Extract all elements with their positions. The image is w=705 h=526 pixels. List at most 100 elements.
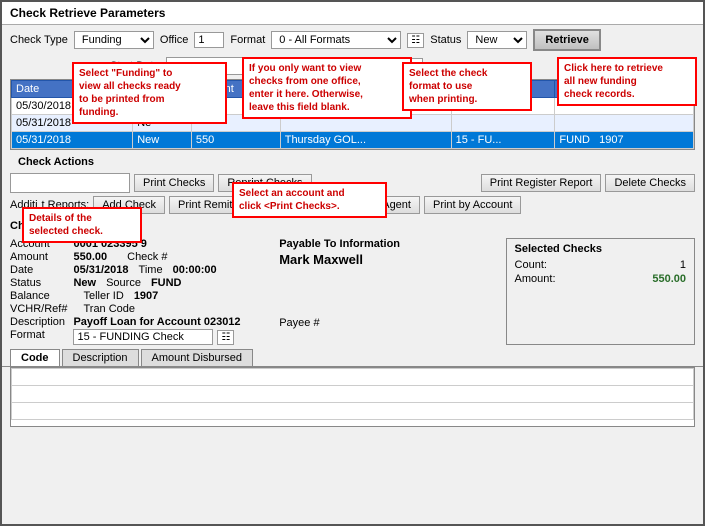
balance-label: Balance xyxy=(10,290,67,302)
payable-to-title: Payable To Information xyxy=(279,238,493,250)
bottom-cell xyxy=(12,369,694,386)
tran-code-label: Tran Code xyxy=(83,303,135,315)
format-grid-icon2[interactable]: ☷ xyxy=(217,330,234,345)
print-checks-button[interactable]: Print Checks xyxy=(134,174,214,192)
cell-date: 05/31/2018 xyxy=(12,115,133,132)
print-by-account-button[interactable]: Print by Account xyxy=(424,196,522,214)
format-row: ☷ xyxy=(73,329,267,345)
check-action-input[interactable] xyxy=(10,173,130,193)
check-detail-section: Account 0001 023395 9 Amount 550.00 Chec… xyxy=(2,234,703,349)
add-check-button[interactable]: Add Check xyxy=(93,196,165,214)
payee-no-label: Payee # xyxy=(279,317,319,329)
bottom-cell xyxy=(12,403,694,420)
start-date-select[interactable] xyxy=(166,57,256,75)
cell-accounts xyxy=(555,115,694,132)
window-title: Check Retrieve Parameters xyxy=(10,6,165,20)
format-label: Format xyxy=(10,329,67,345)
vchr-ref-label: VCHR/Ref# xyxy=(10,303,67,315)
print-register-button[interactable]: Print Register Report xyxy=(481,174,602,192)
description-value: Payoff Loan for Account 023012 xyxy=(73,316,267,328)
table-row[interactable]: 05/31/2018 Ne xyxy=(12,115,694,132)
detail-left: Account 0001 023395 9 Amount 550.00 Chec… xyxy=(10,238,267,345)
status-label: Status xyxy=(430,34,461,46)
cell-accounts: FUND 1907 xyxy=(555,132,694,149)
start-date-label: Start Date xyxy=(110,60,160,72)
void-button[interactable]: Void xyxy=(272,196,311,214)
tab-amount-disbursed[interactable]: Amount Disbursed xyxy=(141,349,254,366)
cell-teller: 15 - FU... xyxy=(451,132,555,149)
vchr-row: Tran Code xyxy=(73,303,267,315)
teller-id-value: 1907 xyxy=(134,290,158,302)
format-select[interactable]: 0 - All Formats xyxy=(271,31,401,49)
cell-accounts xyxy=(555,98,694,115)
office-input[interactable] xyxy=(194,32,224,48)
reprint-checks-button[interactable]: Reprint Checks xyxy=(218,174,311,192)
time-label: Time xyxy=(139,264,163,276)
params-row2: Start Date End Date xyxy=(2,55,703,79)
balance-row: Teller ID 1907 xyxy=(73,290,267,302)
cell-st: Ne xyxy=(133,98,192,115)
check-table-wrapper: Date St Amount Description Teller # Acco… xyxy=(10,79,695,150)
cell-teller xyxy=(451,98,555,115)
detail-center: Payable To Information Mark Maxwell Paye… xyxy=(279,238,493,345)
status-select[interactable]: New xyxy=(467,31,527,49)
cell-amount xyxy=(191,115,280,132)
cell-desc: Thursday GOL... xyxy=(280,132,451,149)
retrieve-button[interactable]: Retrieve xyxy=(533,29,600,51)
params-row1: Check Type Funding Office Format 0 - All… xyxy=(2,25,703,55)
sc-amount-value: 550.00 xyxy=(652,273,686,285)
tab-code[interactable]: Code xyxy=(10,349,60,366)
cell-teller xyxy=(451,115,555,132)
print-remittance-button[interactable]: Print Remittance xyxy=(169,196,268,214)
table-row[interactable]: 05/30/2018 Ne xyxy=(12,98,694,115)
bottom-row[interactable] xyxy=(12,369,694,386)
check-table: Date St Amount Description Teller # Acco… xyxy=(11,80,694,149)
format-grid-icon[interactable]: ☷ xyxy=(407,33,424,48)
date-value: 05/31/2018 xyxy=(73,264,128,276)
payable-to-name: Mark Maxwell xyxy=(279,252,493,267)
selected-checks-title: Selected Checks xyxy=(515,243,686,255)
account-value: 0001 023395 9 xyxy=(73,238,267,250)
table-row-selected[interactable]: 05/31/2018 New 550 Thursday GOL... 15 - … xyxy=(12,132,694,149)
selected-checks-panel: Selected Checks Count: 1 Amount: 550.00 xyxy=(506,238,695,345)
reports-label: t Reports: xyxy=(42,199,90,211)
count-value: 1 xyxy=(680,259,686,271)
amount-label: Amount xyxy=(10,251,67,263)
count-row: Count: 1 xyxy=(515,259,686,271)
cell-desc xyxy=(280,98,451,115)
account-label: Account xyxy=(10,238,67,250)
cell-date: 05/30/2018 xyxy=(12,98,133,115)
addl-label: Additi xyxy=(10,199,38,211)
tab-description[interactable]: Description xyxy=(62,349,139,366)
cell-desc xyxy=(280,115,451,132)
date-label: Date xyxy=(10,264,67,276)
bottom-table xyxy=(11,368,694,420)
cell-st: New xyxy=(133,132,192,149)
sc-amount-label: Amount: xyxy=(515,273,556,285)
main-window: Check Retrieve Parameters Check Type Fun… xyxy=(0,0,705,526)
print-by-co-agent-button[interactable]: Print by Co/Agent xyxy=(316,196,420,214)
end-date-input[interactable] xyxy=(333,58,423,74)
col-description: Description xyxy=(280,81,451,98)
cell-st: Ne xyxy=(133,115,192,132)
bottom-row[interactable] xyxy=(12,386,694,403)
cell-amount xyxy=(191,98,280,115)
check-type-select[interactable]: Funding xyxy=(74,31,154,49)
delete-checks-button[interactable]: Delete Checks xyxy=(605,174,695,192)
source-label: Source xyxy=(106,277,141,289)
bottom-row[interactable] xyxy=(12,403,694,420)
check-no-label: Check # xyxy=(127,251,167,263)
teller-id-label: Teller ID xyxy=(83,290,123,302)
col-date: Date xyxy=(12,81,133,98)
bottom-tabs: Code Description Amount Disbursed xyxy=(2,349,703,367)
time-value: 00:00:00 xyxy=(173,264,217,276)
check-actions-section: Check Actions Print Checks Reprint Check… xyxy=(2,150,703,218)
cell-amount: 550 xyxy=(191,132,280,149)
col-teller: Teller xyxy=(451,81,555,98)
actions-row1: Print Checks Reprint Checks Print Regist… xyxy=(10,173,695,193)
date-row: 05/31/2018 Time 00:00:00 xyxy=(73,264,267,276)
description-label: Description xyxy=(10,316,67,328)
format-input[interactable] xyxy=(73,329,213,345)
amount-row: 550.00 Check # xyxy=(73,251,267,263)
bottom-cell xyxy=(12,386,694,403)
